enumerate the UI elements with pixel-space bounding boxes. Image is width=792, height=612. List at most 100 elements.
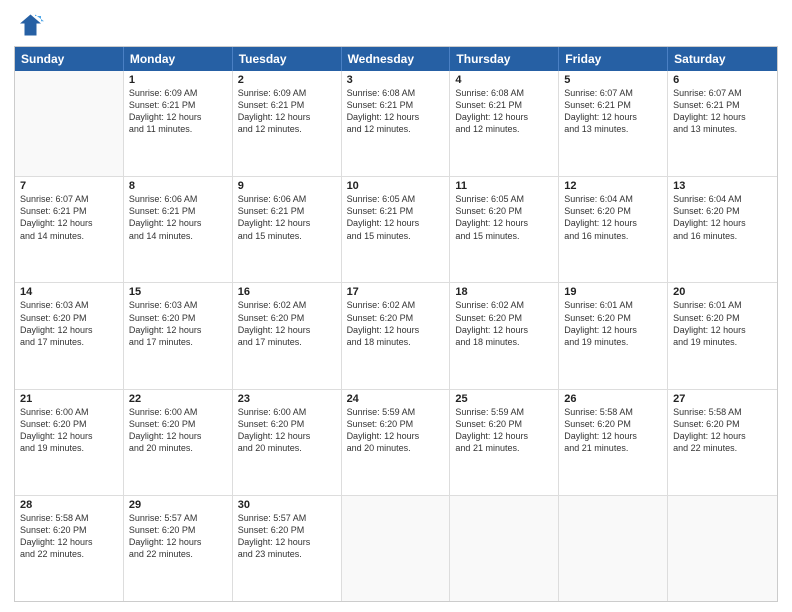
calendar-week-1: 7Sunrise: 6:07 AM Sunset: 6:21 PM Daylig… [15, 177, 777, 283]
day-info: Sunrise: 6:02 AM Sunset: 6:20 PM Dayligh… [455, 299, 553, 348]
day-info: Sunrise: 6:07 AM Sunset: 6:21 PM Dayligh… [564, 87, 662, 136]
day-number: 10 [347, 180, 445, 192]
header-cell-tuesday: Tuesday [233, 47, 342, 71]
day-number: 26 [564, 393, 662, 405]
header-cell-thursday: Thursday [450, 47, 559, 71]
calendar-day-3: 3Sunrise: 6:08 AM Sunset: 6:21 PM Daylig… [342, 71, 451, 176]
calendar-body: 1Sunrise: 6:09 AM Sunset: 6:21 PM Daylig… [15, 71, 777, 601]
day-number: 17 [347, 286, 445, 298]
calendar-day-15: 15Sunrise: 6:03 AM Sunset: 6:20 PM Dayli… [124, 283, 233, 388]
calendar-day-5: 5Sunrise: 6:07 AM Sunset: 6:21 PM Daylig… [559, 71, 668, 176]
day-info: Sunrise: 5:59 AM Sunset: 6:20 PM Dayligh… [347, 406, 445, 455]
calendar-day-2: 2Sunrise: 6:09 AM Sunset: 6:21 PM Daylig… [233, 71, 342, 176]
day-number: 29 [129, 499, 227, 511]
day-info: Sunrise: 6:05 AM Sunset: 6:20 PM Dayligh… [455, 193, 553, 242]
day-info: Sunrise: 5:59 AM Sunset: 6:20 PM Dayligh… [455, 406, 553, 455]
day-info: Sunrise: 6:06 AM Sunset: 6:21 PM Dayligh… [238, 193, 336, 242]
day-info: Sunrise: 6:08 AM Sunset: 6:21 PM Dayligh… [455, 87, 553, 136]
day-number: 25 [455, 393, 553, 405]
calendar-day-12: 12Sunrise: 6:04 AM Sunset: 6:20 PM Dayli… [559, 177, 668, 282]
day-number: 21 [20, 393, 118, 405]
calendar-week-4: 28Sunrise: 5:58 AM Sunset: 6:20 PM Dayli… [15, 496, 777, 601]
calendar: SundayMondayTuesdayWednesdayThursdayFrid… [14, 46, 778, 602]
page: SundayMondayTuesdayWednesdayThursdayFrid… [0, 0, 792, 612]
calendar-day-21: 21Sunrise: 6:00 AM Sunset: 6:20 PM Dayli… [15, 390, 124, 495]
day-info: Sunrise: 5:58 AM Sunset: 6:20 PM Dayligh… [673, 406, 772, 455]
day-info: Sunrise: 6:07 AM Sunset: 6:21 PM Dayligh… [673, 87, 772, 136]
day-number: 19 [564, 286, 662, 298]
header-cell-monday: Monday [124, 47, 233, 71]
calendar-day-14: 14Sunrise: 6:03 AM Sunset: 6:20 PM Dayli… [15, 283, 124, 388]
header-cell-wednesday: Wednesday [342, 47, 451, 71]
day-number: 8 [129, 180, 227, 192]
calendar-day-empty-6 [668, 496, 777, 601]
calendar-day-empty-3 [342, 496, 451, 601]
calendar-day-10: 10Sunrise: 6:05 AM Sunset: 6:21 PM Dayli… [342, 177, 451, 282]
day-number: 28 [20, 499, 118, 511]
day-number: 14 [20, 286, 118, 298]
logo-icon [14, 10, 44, 40]
day-info: Sunrise: 6:05 AM Sunset: 6:21 PM Dayligh… [347, 193, 445, 242]
day-info: Sunrise: 6:07 AM Sunset: 6:21 PM Dayligh… [20, 193, 118, 242]
calendar-day-23: 23Sunrise: 6:00 AM Sunset: 6:20 PM Dayli… [233, 390, 342, 495]
day-info: Sunrise: 5:57 AM Sunset: 6:20 PM Dayligh… [129, 512, 227, 561]
day-number: 1 [129, 74, 227, 86]
day-number: 23 [238, 393, 336, 405]
calendar-day-8: 8Sunrise: 6:06 AM Sunset: 6:21 PM Daylig… [124, 177, 233, 282]
day-number: 24 [347, 393, 445, 405]
calendar-day-11: 11Sunrise: 6:05 AM Sunset: 6:20 PM Dayli… [450, 177, 559, 282]
day-number: 4 [455, 74, 553, 86]
day-number: 9 [238, 180, 336, 192]
day-info: Sunrise: 6:08 AM Sunset: 6:21 PM Dayligh… [347, 87, 445, 136]
calendar-week-0: 1Sunrise: 6:09 AM Sunset: 6:21 PM Daylig… [15, 71, 777, 177]
day-number: 13 [673, 180, 772, 192]
calendar-day-17: 17Sunrise: 6:02 AM Sunset: 6:20 PM Dayli… [342, 283, 451, 388]
header-cell-friday: Friday [559, 47, 668, 71]
calendar-day-22: 22Sunrise: 6:00 AM Sunset: 6:20 PM Dayli… [124, 390, 233, 495]
calendar-day-28: 28Sunrise: 5:58 AM Sunset: 6:20 PM Dayli… [15, 496, 124, 601]
day-number: 16 [238, 286, 336, 298]
day-number: 30 [238, 499, 336, 511]
header-cell-sunday: Sunday [15, 47, 124, 71]
day-number: 18 [455, 286, 553, 298]
logo [14, 10, 48, 40]
calendar-day-empty-4 [450, 496, 559, 601]
day-info: Sunrise: 6:09 AM Sunset: 6:21 PM Dayligh… [129, 87, 227, 136]
calendar-day-20: 20Sunrise: 6:01 AM Sunset: 6:20 PM Dayli… [668, 283, 777, 388]
day-number: 5 [564, 74, 662, 86]
day-number: 20 [673, 286, 772, 298]
day-info: Sunrise: 6:09 AM Sunset: 6:21 PM Dayligh… [238, 87, 336, 136]
calendar-day-6: 6Sunrise: 6:07 AM Sunset: 6:21 PM Daylig… [668, 71, 777, 176]
day-info: Sunrise: 6:02 AM Sunset: 6:20 PM Dayligh… [347, 299, 445, 348]
day-info: Sunrise: 6:03 AM Sunset: 6:20 PM Dayligh… [129, 299, 227, 348]
calendar-week-2: 14Sunrise: 6:03 AM Sunset: 6:20 PM Dayli… [15, 283, 777, 389]
day-number: 6 [673, 74, 772, 86]
calendar-day-4: 4Sunrise: 6:08 AM Sunset: 6:21 PM Daylig… [450, 71, 559, 176]
day-info: Sunrise: 6:00 AM Sunset: 6:20 PM Dayligh… [20, 406, 118, 455]
day-number: 22 [129, 393, 227, 405]
calendar-day-24: 24Sunrise: 5:59 AM Sunset: 6:20 PM Dayli… [342, 390, 451, 495]
calendar-day-empty-5 [559, 496, 668, 601]
calendar-header: SundayMondayTuesdayWednesdayThursdayFrid… [15, 47, 777, 71]
day-number: 27 [673, 393, 772, 405]
day-number: 2 [238, 74, 336, 86]
day-info: Sunrise: 6:01 AM Sunset: 6:20 PM Dayligh… [564, 299, 662, 348]
calendar-day-9: 9Sunrise: 6:06 AM Sunset: 6:21 PM Daylig… [233, 177, 342, 282]
calendar-week-3: 21Sunrise: 6:00 AM Sunset: 6:20 PM Dayli… [15, 390, 777, 496]
calendar-day-1: 1Sunrise: 6:09 AM Sunset: 6:21 PM Daylig… [124, 71, 233, 176]
calendar-day-empty-0 [15, 71, 124, 176]
day-info: Sunrise: 5:58 AM Sunset: 6:20 PM Dayligh… [564, 406, 662, 455]
calendar-day-26: 26Sunrise: 5:58 AM Sunset: 6:20 PM Dayli… [559, 390, 668, 495]
day-info: Sunrise: 5:58 AM Sunset: 6:20 PM Dayligh… [20, 512, 118, 561]
header [14, 10, 778, 40]
day-info: Sunrise: 6:06 AM Sunset: 6:21 PM Dayligh… [129, 193, 227, 242]
calendar-day-29: 29Sunrise: 5:57 AM Sunset: 6:20 PM Dayli… [124, 496, 233, 601]
day-info: Sunrise: 6:02 AM Sunset: 6:20 PM Dayligh… [238, 299, 336, 348]
calendar-day-18: 18Sunrise: 6:02 AM Sunset: 6:20 PM Dayli… [450, 283, 559, 388]
day-info: Sunrise: 6:03 AM Sunset: 6:20 PM Dayligh… [20, 299, 118, 348]
day-info: Sunrise: 6:00 AM Sunset: 6:20 PM Dayligh… [129, 406, 227, 455]
calendar-day-16: 16Sunrise: 6:02 AM Sunset: 6:20 PM Dayli… [233, 283, 342, 388]
day-number: 7 [20, 180, 118, 192]
calendar-day-13: 13Sunrise: 6:04 AM Sunset: 6:20 PM Dayli… [668, 177, 777, 282]
day-info: Sunrise: 6:04 AM Sunset: 6:20 PM Dayligh… [673, 193, 772, 242]
